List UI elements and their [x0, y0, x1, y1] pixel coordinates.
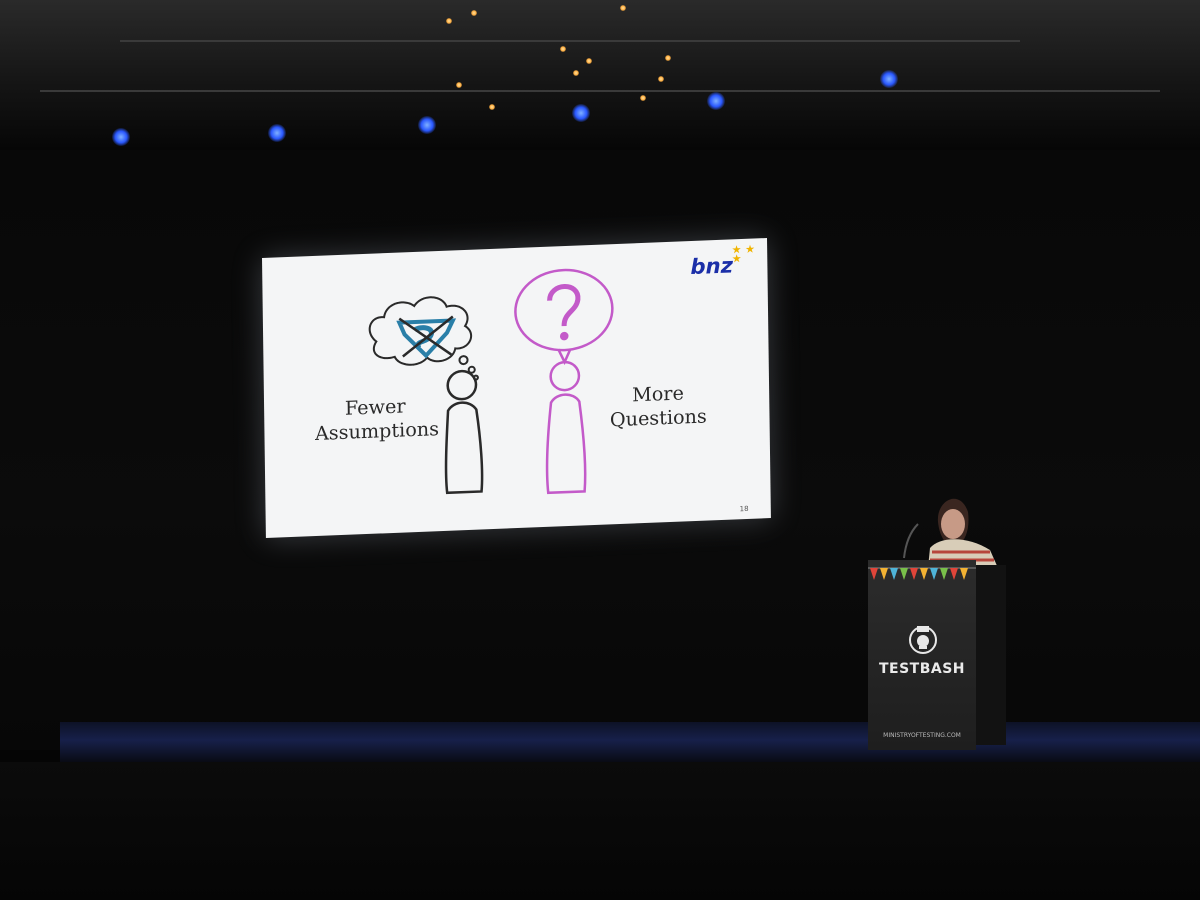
bunting-icon: [868, 567, 976, 580]
testbash-crest-icon: [909, 626, 937, 654]
podium: TESTBASH MINISTRYOFTESTING.COM: [868, 560, 976, 750]
podium-url: MINISTRYOFTESTING.COM: [883, 732, 961, 739]
presenter: [903, 498, 998, 568]
podium-side: [976, 565, 1006, 745]
testbash-logo-text: TESTBASH: [878, 661, 966, 677]
stage-photo: ★ ★ ★ bnz Fewer Assumptions More Question…: [0, 0, 1200, 900]
